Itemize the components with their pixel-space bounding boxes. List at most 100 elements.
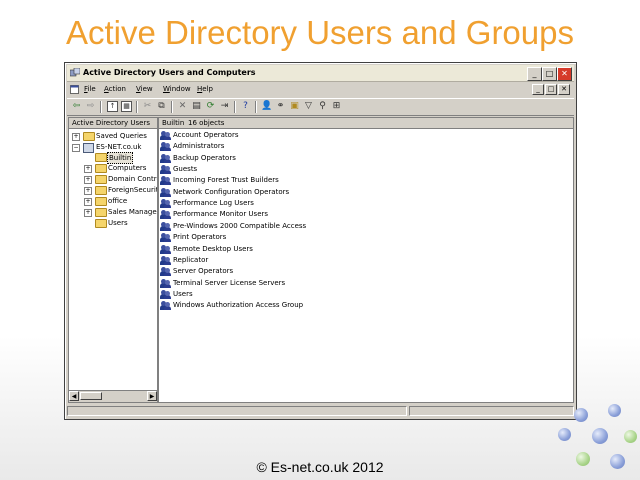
group-name: Backup Operators (173, 153, 236, 162)
folder-icon (95, 219, 107, 228)
cut-icon[interactable]: ✂ (142, 101, 153, 112)
toolbar-separator (234, 101, 236, 113)
expand-icon[interactable]: + (84, 209, 92, 217)
menu-action[interactable]: Action (104, 85, 126, 93)
security-group-icon (160, 267, 171, 277)
tree-item-sales-manager[interactable]: + Sales Manager (69, 207, 157, 217)
delete-icon[interactable]: ✕ (177, 101, 188, 112)
details-header: Builtin 16 objects (159, 118, 573, 129)
tree-item-saved-queries[interactable]: + Saved Queries (69, 131, 157, 141)
ou-folder-icon (95, 175, 107, 184)
filter-icon[interactable]: ▽ (303, 101, 314, 112)
details-pane[interactable]: Builtin 16 objects Account Operators Admi… (158, 117, 574, 403)
menu-window[interactable]: Window (163, 85, 191, 93)
bubble-decoration (574, 408, 588, 422)
maximize-button[interactable]: □ (542, 67, 557, 81)
security-group-icon (160, 233, 171, 243)
scroll-left-button[interactable]: ◀ (69, 391, 79, 401)
group-name: Performance Log Users (173, 199, 254, 208)
tree-horizontal-scrollbar[interactable]: ◀ ▶ (69, 390, 157, 402)
tree-item-domain-controllers[interactable]: + Domain Contro (69, 174, 157, 184)
security-group-icon (160, 255, 171, 265)
group-name: Account Operators (173, 131, 239, 139)
status-cell-main (67, 406, 407, 416)
forward-arrow-icon[interactable]: ⇨ (85, 101, 96, 112)
security-group-icon (160, 244, 171, 254)
toolbar-separator (100, 101, 102, 113)
expand-icon[interactable]: + (84, 176, 92, 184)
minimize-button[interactable]: _ (527, 67, 542, 81)
bubble-decoration (624, 430, 637, 443)
copy-icon[interactable]: ⧉ (156, 101, 167, 112)
toolbar-separator (171, 101, 173, 113)
refresh-icon[interactable]: ⟳ (205, 101, 216, 112)
scroll-right-button[interactable]: ▶ (147, 391, 157, 401)
expand-icon[interactable]: + (84, 198, 92, 206)
security-group-icon (160, 210, 171, 220)
back-arrow-icon[interactable]: ⇦ (71, 101, 82, 112)
group-name: Network Configuration Operators (173, 187, 290, 196)
mdi-close-button[interactable]: ✕ (558, 84, 570, 95)
bubble-decoration (592, 428, 608, 444)
expand-icon[interactable]: + (84, 165, 92, 173)
aduc-window: Active Directory Users and Computers _ □… (64, 62, 577, 420)
up-level-icon[interactable]: ↑ (107, 101, 118, 112)
bubble-decoration (608, 404, 621, 417)
security-group-icon (160, 278, 171, 288)
title-bar[interactable]: Active Directory Users and Computers _ □… (67, 65, 574, 82)
group-name: Guests (173, 165, 198, 174)
export-list-icon[interactable]: ⇥ (219, 101, 230, 112)
window-title: Active Directory Users and Computers (83, 68, 256, 77)
show-tree-icon[interactable]: ▦ (121, 101, 132, 112)
ou-folder-icon (95, 208, 107, 217)
security-group-icon (160, 176, 171, 186)
tree-item-label: office (108, 197, 128, 205)
close-button[interactable]: ✕ (557, 67, 572, 81)
tree-item-computers[interactable]: + Computers (69, 163, 157, 173)
menu-bar: File Action View Window Help _ □ ✕ (67, 83, 574, 96)
tree-item-users[interactable]: Users (69, 218, 157, 228)
tree-item-foreign-security[interactable]: + ForeignSecurit (69, 185, 157, 195)
help-icon[interactable]: ? (240, 101, 251, 112)
menu-help[interactable]: Help (197, 85, 213, 93)
folder-icon (95, 153, 107, 162)
group-name: Incoming Forest Trust Builders (173, 176, 279, 185)
bubble-decoration (610, 454, 625, 469)
tree-item-domain[interactable]: − ES-NET.co.uk (69, 142, 157, 153)
expand-icon[interactable]: + (72, 133, 80, 141)
tree-root-header[interactable]: Active Directory Users (69, 118, 157, 129)
menu-file[interactable]: File (84, 85, 96, 93)
new-user-icon[interactable]: 👤 (261, 101, 272, 112)
new-ou-icon[interactable]: ▣ (289, 101, 300, 112)
find-icon[interactable]: ⚲ (317, 101, 328, 112)
security-group-icon (160, 165, 171, 175)
toolbar-separator (136, 101, 138, 113)
new-group-icon[interactable]: ⚭ (275, 101, 286, 112)
tree-item-builtin[interactable]: Builtin (69, 152, 157, 164)
security-group-icon (160, 142, 171, 152)
collapse-icon[interactable]: − (72, 144, 80, 152)
group-name: Administrators (173, 142, 225, 151)
aduc-app-icon (70, 68, 80, 77)
toolbar-separator (255, 101, 257, 113)
menu-view[interactable]: View (136, 85, 153, 93)
security-group-icon (160, 131, 171, 140)
properties-icon[interactable]: ▤ (191, 101, 202, 112)
ou-folder-icon (95, 197, 107, 206)
security-group-icon (160, 199, 171, 209)
console-tree-pane[interactable]: Active Directory Users + Saved Queries −… (68, 117, 158, 403)
expand-icon[interactable]: + (84, 187, 92, 195)
scroll-thumb[interactable] (80, 392, 102, 400)
security-group-icon (160, 301, 171, 311)
mdi-controls: _ □ ✕ (531, 84, 570, 95)
mdi-minimize-button[interactable]: _ (532, 84, 544, 95)
mdi-maximize-button[interactable]: □ (545, 84, 557, 95)
add-to-group-icon[interactable]: ⊞ (331, 101, 342, 112)
tree-item-label: Users (108, 219, 128, 227)
group-name: Users (173, 289, 193, 298)
group-name: Replicator (173, 255, 209, 264)
decorative-bubbles (530, 400, 640, 480)
folder-icon (95, 186, 107, 195)
tree-item-office[interactable]: + office (69, 196, 157, 206)
console-menu-icon[interactable] (70, 85, 79, 94)
